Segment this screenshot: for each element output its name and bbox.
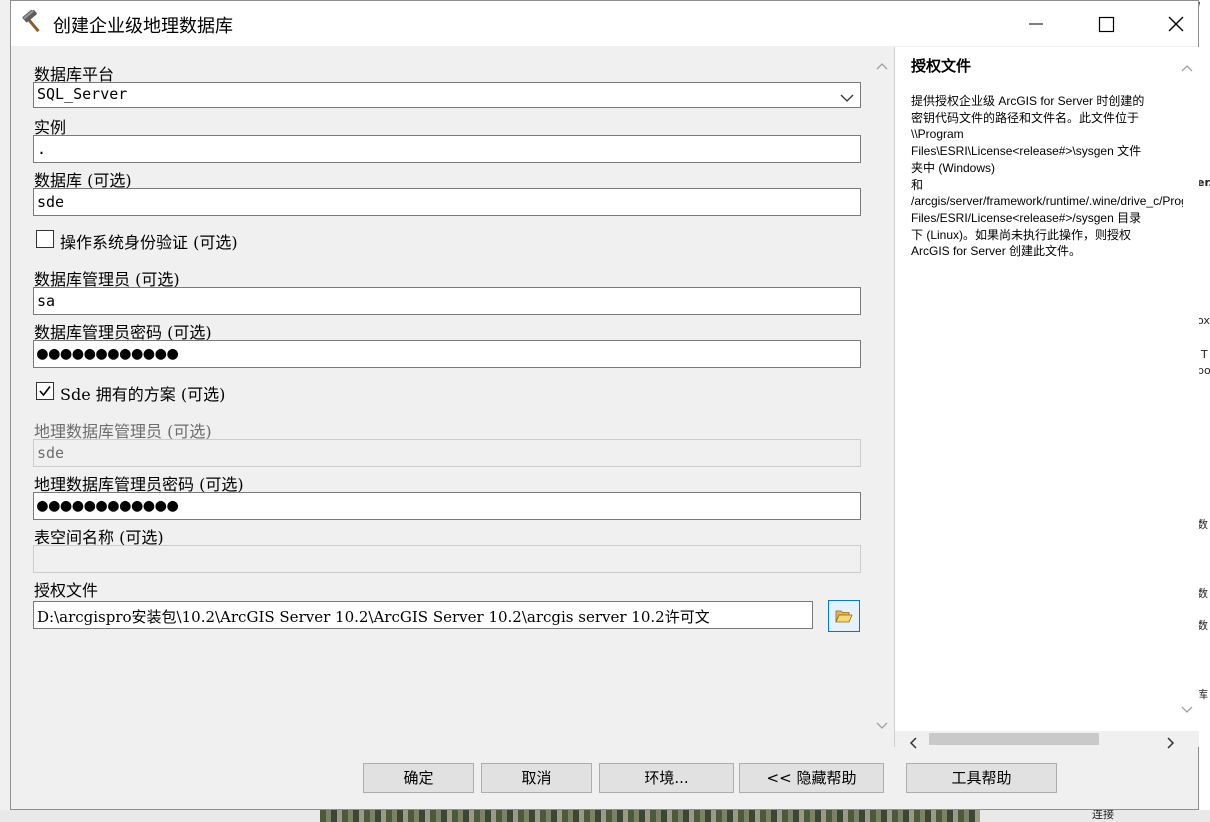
help-scroll-down-icon[interactable] [1181,703,1193,717]
browse-button[interactable] [828,600,860,632]
parameters-pane: 数据库平台 SQL_Server 实例 . 数据库 (可选) sde 操作系统身… [12,47,892,747]
environments-button[interactable]: 环境... [599,763,734,793]
background-app-right: I er. ox T bo 数 数 数 库 [1197,0,1210,822]
background-app-left [0,0,10,822]
db-admin-input[interactable]: sa [33,287,861,315]
auth-file-label: 授权文件 [34,581,99,600]
checkmark-icon [39,386,51,397]
maximize-button[interactable] [1076,1,1136,46]
hammer-icon [21,8,45,34]
help-pane: 授权文件 提供授权企业级 ArcGIS for Server 时创建的 密钥代码… [894,47,1199,749]
scroll-right-icon[interactable] [1167,734,1175,753]
tablespace-input [33,545,861,573]
scroll-left-icon[interactable] [909,734,917,753]
os-auth-label: 操作系统身份验证 (可选) [60,233,238,252]
help-scroll-up-icon[interactable] [1181,61,1193,75]
help-horizontal-scrollbar[interactable] [895,731,1199,749]
title-bar[interactable]: 创建企业级地理数据库 [11,1,1198,46]
instance-input[interactable]: . [33,135,861,163]
hide-help-button[interactable]: << 隐藏帮助 [739,763,884,793]
db-admin-password-input[interactable]: ●●●●●●●●●●●● [33,340,861,368]
help-text: 提供授权企业级 ArcGIS for Server 时创建的 密钥代码文件的路径… [911,94,1183,259]
auth-file-input[interactable]: D:\arcgispro安装包\10.2\ArcGIS Server 10.2\… [33,601,813,629]
help-title: 授权文件 [911,57,972,75]
close-button[interactable] [1146,1,1206,46]
tool-help-button[interactable]: 工具帮助 [906,763,1057,793]
open-folder-icon [835,610,853,623]
minimize-button[interactable] [1006,1,1066,46]
bg-text: T [1201,348,1208,361]
ok-button[interactable]: 确定 [363,763,474,793]
parameters-scrollbar[interactable] [872,47,892,747]
cancel-button[interactable]: 取消 [481,763,592,793]
sde-schema-checkbox[interactable] [36,382,54,400]
sde-schema-label: Sde 拥有的方案 (可选) [60,385,226,404]
os-auth-checkbox[interactable] [36,230,54,248]
scroll-down-icon[interactable] [876,719,888,733]
help-scroll-thumb[interactable] [929,733,1099,745]
background-map [320,810,980,822]
platform-select[interactable]: SQL_Server [33,82,861,108]
create-enterprise-geodatabase-dialog: 创建企业级地理数据库 数据库平台 SQL_Server 实例 . 数据库 (可选… [10,0,1199,810]
platform-value: SQL_Server [37,85,128,103]
gdb-admin-input: sde [33,439,861,467]
gdb-admin-password-input[interactable]: ●●●●●●●●●●●● [33,492,861,520]
scroll-up-icon[interactable] [876,59,888,73]
dialog-title: 创建企业级地理数据库 [53,16,233,37]
chevron-down-icon [840,89,854,107]
database-input[interactable]: sde [33,188,861,216]
